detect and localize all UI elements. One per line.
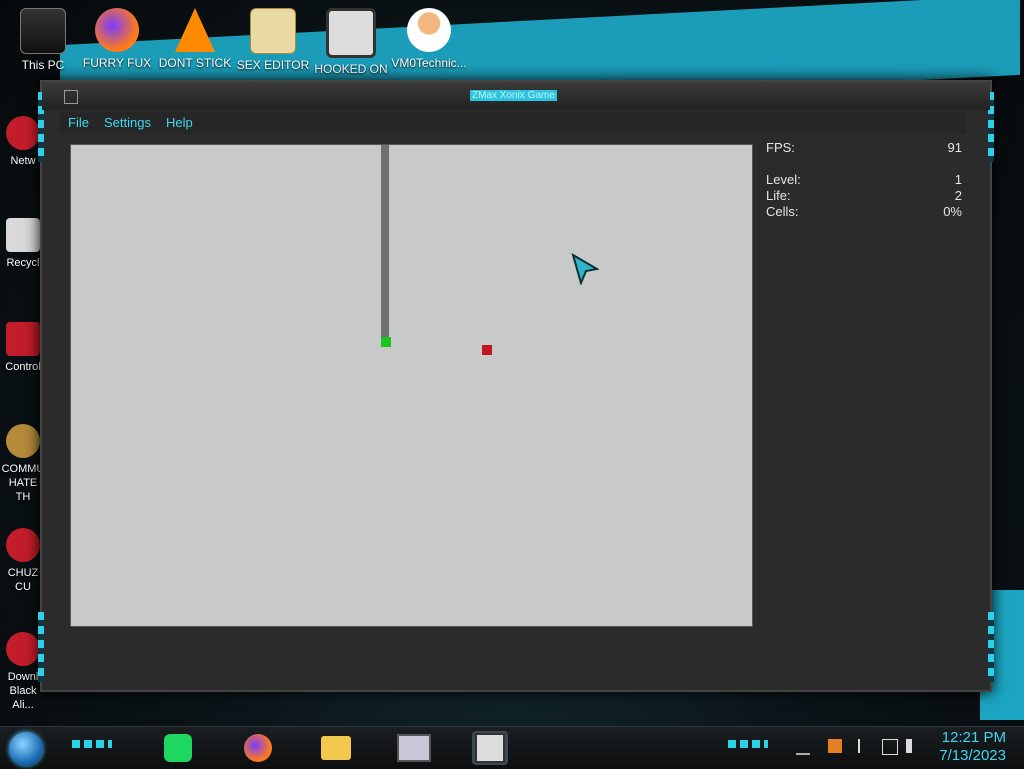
game-window: ZMax Xonix Game File Settings Help FPS: …	[38, 80, 994, 692]
hxd-icon	[250, 8, 296, 54]
desktop-icon-sex-editor[interactable]: SEX EDITOR	[234, 8, 312, 72]
red-character-icon	[6, 528, 40, 562]
window-side-glow-left	[38, 612, 44, 682]
menu-settings[interactable]: Settings	[104, 115, 151, 130]
file-explorer-icon	[321, 736, 351, 760]
start-button[interactable]	[9, 732, 43, 766]
desktop-icon-hooked-on-xonix[interactable]: HOOKED ON XONIX	[312, 8, 390, 78]
desktop-icon-label: DONT STICK	[158, 56, 232, 70]
desktop-icon-vm0technic[interactable]: VM0Technic...	[390, 8, 468, 70]
player-trail	[381, 145, 389, 337]
mouse-cursor-icon	[571, 253, 599, 285]
cells-label: Cells:	[766, 204, 799, 219]
desktop-icon-furry-fux[interactable]: FURRY FUX	[78, 8, 156, 70]
desktop-icon-label: SEX EDITOR	[236, 58, 310, 72]
control-panel-icon	[6, 322, 40, 356]
fps-value: 91	[947, 140, 962, 155]
fps-label: FPS:	[766, 140, 795, 155]
clock-date: 7/13/2023	[939, 747, 1006, 764]
taskbar-glow	[72, 740, 112, 748]
player-cell	[381, 337, 391, 347]
stats-spacer	[766, 156, 962, 172]
desktop-icon-this-pc[interactable]: This PC	[4, 8, 82, 72]
window-side-glow-right	[988, 612, 994, 682]
network-icon	[6, 116, 40, 150]
taskbar-spotify[interactable]	[160, 731, 196, 765]
window-titlebar[interactable]: ZMax Xonix Game	[42, 82, 990, 110]
desktop-icon-label: This PC	[21, 58, 65, 72]
level-value: 1	[954, 172, 962, 187]
game-play-area[interactable]	[70, 144, 753, 627]
this-pc-icon	[20, 8, 66, 54]
flag-icon[interactable]	[858, 739, 874, 753]
monitor-icon	[397, 734, 431, 762]
cells-row: Cells: 0%	[766, 204, 962, 220]
desktop-icon-label: HOOKED ON XONIX	[314, 62, 388, 78]
taskbar-firefox[interactable]	[240, 731, 276, 765]
life-value: 2	[954, 188, 962, 203]
stats-panel: FPS: 91 Level: 1 Life: 2 Cells: 0%	[766, 140, 962, 220]
level-label: Level:	[766, 172, 801, 187]
life-row: Life: 2	[766, 188, 962, 204]
taskbar-glow	[728, 740, 768, 748]
desktop-icon-dont-stick[interactable]: DONT STICK	[156, 8, 234, 70]
firefox-icon	[244, 734, 272, 762]
taskbar-file-explorer[interactable]	[318, 731, 354, 765]
taskbar: 12:21 PM 7/13/2023	[0, 726, 1024, 769]
life-label: Life:	[766, 188, 791, 203]
show-hidden-icons-icon[interactable]	[796, 739, 810, 755]
desktop-icon-label: VM0Technic...	[391, 56, 467, 70]
volume-icon[interactable]	[906, 739, 916, 753]
taskbar-xonix[interactable]	[472, 731, 508, 765]
tray-app-icon[interactable]	[828, 739, 842, 753]
clock-time: 12:21 PM	[941, 729, 1006, 746]
cells-value: 0%	[943, 204, 962, 219]
spotify-icon	[164, 734, 192, 762]
clock[interactable]: 12:21 PM 7/13/2023	[939, 729, 1006, 765]
money-bag-icon	[6, 424, 40, 458]
xonix-icon	[475, 733, 505, 763]
download-icon	[6, 632, 40, 666]
doctor-icon	[407, 8, 451, 52]
enemy-ball	[482, 345, 492, 355]
taskbar-monitor-app[interactable]	[396, 731, 432, 765]
firefox-icon	[95, 8, 139, 52]
vlc-icon	[175, 8, 215, 52]
xonix-icon	[326, 8, 376, 58]
menu-bar: File Settings Help	[60, 112, 966, 134]
app-icon	[64, 90, 78, 104]
level-row: Level: 1	[766, 172, 962, 188]
menu-file[interactable]: File	[68, 115, 89, 130]
network-icon[interactable]	[882, 739, 898, 755]
recycle-bin-icon	[6, 218, 40, 252]
fps-row: FPS: 91	[766, 140, 962, 156]
menu-help[interactable]: Help	[166, 115, 193, 130]
desktop-icon-label: FURRY FUX	[82, 56, 152, 70]
window-title: ZMax Xonix Game	[470, 90, 557, 101]
